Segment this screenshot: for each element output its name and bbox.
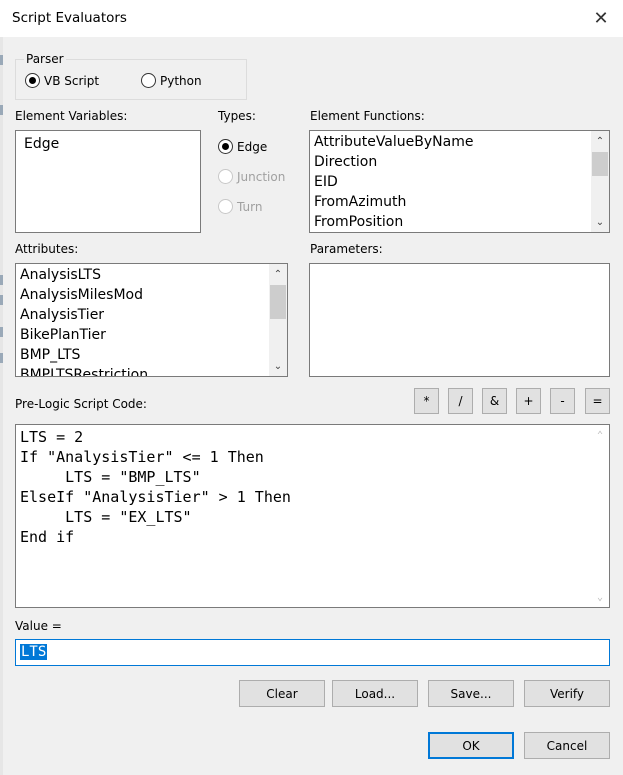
code-line: LTS = "EX_LTS"	[20, 508, 192, 526]
list-item[interactable]: FromAzimuth	[314, 194, 406, 210]
close-button[interactable]: ✕	[579, 0, 623, 37]
list-item[interactable]: AttributeValueByName	[314, 134, 473, 150]
chevron-down-icon[interactable]: ⌄	[269, 357, 287, 375]
operator-label: -	[560, 394, 565, 408]
button-label: Save...	[450, 686, 492, 701]
element-variables-list[interactable]: Edge	[15, 130, 201, 233]
operator-label: /	[458, 394, 463, 408]
type-turn-label: Turn	[237, 199, 263, 214]
chevron-up-icon[interactable]: ⌃	[591, 132, 609, 150]
parameters-label: Parameters:	[310, 242, 383, 256]
parser-python-label: Python	[160, 73, 202, 88]
operator-label: &	[489, 394, 500, 408]
subtract-button[interactable]: -	[550, 388, 575, 414]
list-item[interactable]: BMPLTSRestriction	[20, 367, 148, 376]
code-scrollbar[interactable]: ⌃ ⌄	[591, 425, 609, 607]
code-line: LTS = 2	[20, 428, 84, 446]
cancel-button[interactable]: Cancel	[524, 732, 610, 759]
attributes-label: Attributes:	[15, 242, 79, 256]
code-line: ElseIf "AnalysisTier" > 1 Then	[20, 488, 291, 506]
list-item[interactable]: BMP_LTS	[20, 347, 80, 363]
window-title: Script Evaluators	[12, 10, 127, 26]
type-edge-label: Edge	[237, 139, 268, 154]
attributes-list[interactable]: AnalysisLTS AnalysisMilesMod AnalysisTie…	[15, 263, 288, 377]
list-item[interactable]: Direction	[314, 154, 377, 170]
attributes-scrollbar[interactable]: ⌃ ⌄	[269, 264, 287, 376]
value-label: Value =	[15, 619, 62, 633]
list-item[interactable]: AnalysisLTS	[20, 267, 101, 283]
button-label: OK	[462, 738, 480, 753]
save-button[interactable]: Save...	[428, 680, 514, 707]
types-label: Types:	[218, 109, 256, 123]
type-edge-radio[interactable]: Edge	[218, 139, 267, 154]
chevron-up-icon[interactable]: ⌃	[591, 426, 609, 444]
parser-vbscript-label: VB Script	[44, 73, 100, 88]
button-label: Clear	[266, 686, 298, 701]
list-item[interactable]: AnalysisMilesMod	[20, 287, 143, 303]
button-label: Load...	[354, 686, 396, 701]
load-button[interactable]: Load...	[332, 680, 418, 707]
type-turn-radio: Turn	[218, 199, 262, 214]
value-input[interactable]: LTS	[15, 639, 610, 666]
element-functions-list[interactable]: AttributeValueByName Direction EID FromA…	[309, 130, 610, 233]
code-line: End if	[20, 528, 75, 546]
type-junction-radio: Junction	[218, 169, 285, 184]
element-functions-label: Element Functions:	[310, 109, 425, 123]
list-item[interactable]: EID	[314, 174, 338, 190]
parameters-list[interactable]	[309, 263, 610, 377]
prelogic-code-editor[interactable]: LTS = 2 If "AnalysisTier" <= 1 Then LTS …	[15, 424, 610, 608]
element-variables-label: Element Variables:	[15, 109, 128, 123]
divide-button[interactable]: /	[448, 388, 473, 414]
prelogic-label: Pre-Logic Script Code:	[15, 397, 147, 411]
chevron-up-icon[interactable]: ⌃	[269, 265, 287, 283]
parser-vbscript-radio[interactable]: VB Script	[25, 73, 99, 88]
chevron-down-icon[interactable]: ⌄	[591, 213, 609, 231]
code-line: If "AnalysisTier" <= 1 Then	[20, 448, 264, 466]
parser-label: Parser	[24, 52, 66, 66]
multiply-button[interactable]: *	[414, 388, 439, 414]
element-functions-scrollbar[interactable]: ⌃ ⌄	[591, 131, 609, 232]
list-item[interactable]: Edge	[24, 136, 59, 152]
clear-button[interactable]: Clear	[239, 680, 325, 707]
background-window-edge	[0, 37, 3, 775]
scroll-thumb[interactable]	[270, 285, 286, 319]
code-line: LTS = "BMP_LTS"	[20, 468, 201, 486]
type-junction-label: Junction	[237, 169, 286, 184]
operator-label: *	[423, 394, 430, 408]
operator-label: =	[592, 394, 603, 408]
ok-button[interactable]: OK	[428, 732, 514, 759]
verify-button[interactable]: Verify	[524, 680, 610, 707]
add-button[interactable]: +	[516, 388, 541, 414]
button-label: Cancel	[546, 738, 588, 753]
close-icon: ✕	[593, 8, 609, 29]
list-item[interactable]: AnalysisTier	[20, 307, 104, 323]
parser-python-radio[interactable]: Python	[141, 73, 202, 88]
chevron-down-icon[interactable]: ⌄	[591, 588, 609, 606]
scroll-thumb[interactable]	[592, 152, 608, 176]
list-item[interactable]: FromPosition	[314, 214, 403, 230]
operator-label: +	[523, 394, 534, 408]
title-bar: Script Evaluators ✕	[0, 0, 623, 37]
button-label: Verify	[549, 686, 585, 701]
equals-button[interactable]: =	[585, 388, 610, 414]
value-text: LTS	[20, 644, 48, 660]
concatenate-button[interactable]: &	[482, 388, 507, 414]
list-item[interactable]: BikePlanTier	[20, 327, 106, 343]
